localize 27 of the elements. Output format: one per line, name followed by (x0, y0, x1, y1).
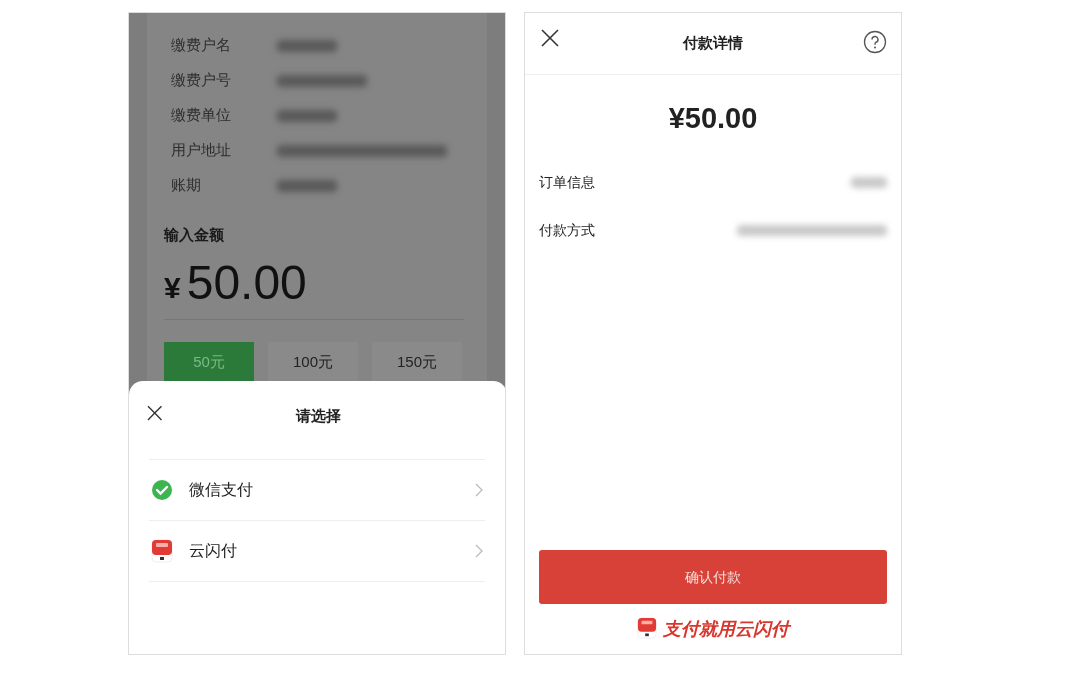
field-label: 缴费单位 (171, 105, 232, 126)
check-circle-icon (151, 479, 173, 501)
field-label: 付款方式 (539, 221, 595, 240)
field-label: 缴费户名 (171, 35, 232, 56)
page-title: 付款详情 (683, 33, 743, 54)
close-button[interactable]: × (143, 399, 167, 427)
amount-option-button[interactable]: 100元 (268, 342, 358, 382)
app-icon (151, 539, 173, 563)
field-label: 账期 (171, 175, 202, 196)
payment-option[interactable]: 云闪付 (149, 521, 485, 582)
app-icon (637, 617, 657, 639)
field-label: 用户地址 (171, 140, 232, 161)
payment-option[interactable]: 微信支付 (149, 460, 485, 521)
field-label: 缴费户号 (171, 70, 232, 91)
field-label: 订单信息 (539, 173, 595, 192)
currency-symbol: ¥ (164, 270, 181, 306)
chevron-right-icon (475, 544, 483, 558)
amount-label: 输入金额 (164, 225, 224, 245)
amount-value: 50.00 (186, 259, 307, 307)
chevron-right-icon (475, 483, 483, 497)
payment-amount: ¥50.00 (668, 101, 758, 136)
redacted-value (851, 177, 887, 188)
sheet-title: 请选择 (295, 406, 341, 426)
close-icon[interactable] (539, 27, 561, 49)
confirm-button[interactable]: 确认付款 (539, 550, 887, 604)
amount-option-button[interactable]: 150元 (372, 342, 462, 382)
help-icon[interactable] (863, 30, 887, 54)
